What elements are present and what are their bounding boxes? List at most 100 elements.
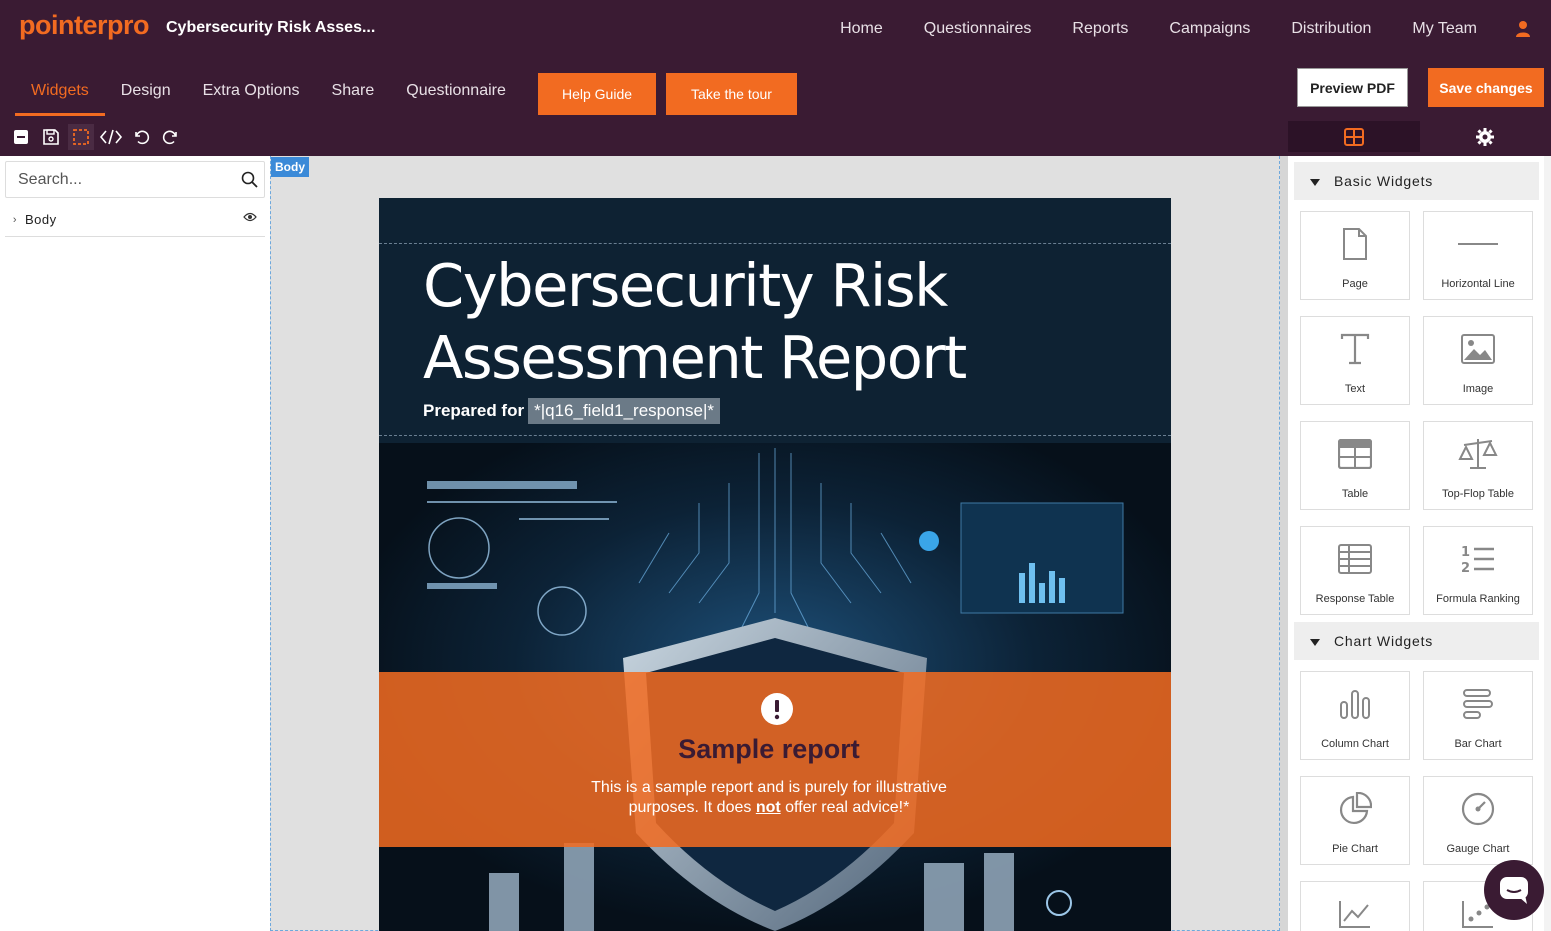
eye-icon[interactable] xyxy=(243,211,257,226)
gear-icon[interactable] xyxy=(1420,121,1551,152)
user-icon[interactable] xyxy=(1495,20,1551,38)
tree-item-label: Body xyxy=(25,212,57,227)
widget-response-table[interactable]: Response Table xyxy=(1300,526,1410,615)
widget-label: Pie Chart xyxy=(1332,843,1378,855)
prepared-for-line[interactable]: Prepared for *|q16_field1_response|* xyxy=(423,398,721,424)
prepared-label: Prepared for xyxy=(423,401,525,420)
text-icon xyxy=(1340,329,1370,369)
tab-widgets[interactable]: Widgets xyxy=(15,70,105,116)
widget-image[interactable]: Image xyxy=(1423,316,1533,405)
widget-table[interactable]: Table xyxy=(1300,421,1410,510)
nav-home[interactable]: Home xyxy=(840,20,883,38)
widget-bar-chart[interactable]: Bar Chart xyxy=(1423,671,1533,760)
logo[interactable]: pointerpro xyxy=(19,10,150,41)
editor-tabs: Widgets Design Extra Options Share Quest… xyxy=(15,70,522,116)
widgets-panel: Basic Widgets Page Horizontal Line Text … xyxy=(1288,156,1551,931)
chat-icon xyxy=(1500,877,1528,904)
svg-text:2: 2 xyxy=(1461,561,1470,575)
widget-label: Page xyxy=(1342,278,1368,290)
canvas-scrollbar[interactable] xyxy=(1280,156,1288,931)
report-title[interactable]: Cybersecurity Risk Assessment Report xyxy=(423,250,1103,394)
tab-questionnaire[interactable]: Questionnaire xyxy=(390,70,522,116)
chat-button[interactable] xyxy=(1484,860,1544,920)
pie-chart-icon xyxy=(1338,789,1372,829)
caret-down-icon xyxy=(1310,173,1320,189)
preview-pdf-button[interactable]: Preview PDF xyxy=(1297,68,1408,107)
widget-formula-ranking[interactable]: 12 Formula Ranking xyxy=(1423,526,1533,615)
search-input[interactable] xyxy=(6,162,226,197)
bar-chart-icon xyxy=(1462,684,1494,724)
help-guide-button[interactable]: Help Guide xyxy=(538,73,656,115)
horizontal-line-icon xyxy=(1457,224,1499,264)
sample-report-banner[interactable]: Sample report This is a sample report an… xyxy=(379,672,1171,847)
save-icon[interactable] xyxy=(38,124,64,150)
widget-label: Table xyxy=(1341,488,1369,500)
tree-item-body[interactable]: › Body xyxy=(5,203,265,237)
widget-gauge-chart[interactable]: Gauge Chart xyxy=(1423,776,1533,865)
section-title: Chart Widgets xyxy=(1334,633,1434,649)
sample-text-emphasis: not xyxy=(755,799,781,816)
panel-tabs xyxy=(1288,121,1551,152)
widget-horizontal-line[interactable]: Horizontal Line xyxy=(1423,211,1533,300)
svg-text:1: 1 xyxy=(1461,545,1470,560)
widgets-panel-scrollbar[interactable] xyxy=(1544,156,1551,931)
take-tour-button[interactable]: Take the tour xyxy=(666,73,797,115)
nav-questionnaires[interactable]: Questionnaires xyxy=(924,20,1032,38)
section-title: Basic Widgets xyxy=(1334,173,1434,189)
table-icon xyxy=(1338,434,1372,474)
widget-label: Response Table xyxy=(1315,593,1395,605)
app-title: Cybersecurity Risk Asses... xyxy=(166,19,376,36)
exclamation-icon xyxy=(761,693,793,725)
sample-description: This is a sample report and is purely fo… xyxy=(569,778,969,818)
widget-column-chart[interactable]: Column Chart xyxy=(1300,671,1410,760)
widget-label: Formula Ranking xyxy=(1436,593,1520,605)
tab-share[interactable]: Share xyxy=(316,70,391,116)
select-outline-icon[interactable] xyxy=(68,124,94,150)
undo-icon[interactable] xyxy=(128,124,154,150)
numbered-list-icon: 12 xyxy=(1460,539,1496,579)
widget-top-flop-table[interactable]: Top-Flop Table xyxy=(1423,421,1533,510)
column-chart-icon xyxy=(1339,684,1371,724)
widget-label: Image xyxy=(1462,383,1494,395)
sample-text-part: offer real advice!* xyxy=(780,799,910,816)
nav-reports[interactable]: Reports xyxy=(1072,20,1128,38)
widget-label: Top-Flop Table xyxy=(1442,488,1514,500)
nav-campaigns[interactable]: Campaigns xyxy=(1169,20,1250,38)
tab-design[interactable]: Design xyxy=(105,70,187,116)
layer-search xyxy=(5,161,265,198)
gauge-icon xyxy=(1461,789,1495,829)
widget-pie-chart[interactable]: Pie Chart xyxy=(1300,776,1410,865)
page-icon xyxy=(1341,224,1369,264)
widget-label: Gauge Chart xyxy=(1446,843,1510,855)
widget-text[interactable]: Text xyxy=(1300,316,1410,405)
top-header: pointerpro Cybersecurity Risk Asses... H… xyxy=(0,0,1551,156)
widget-label: Text xyxy=(1344,383,1366,395)
scale-icon xyxy=(1458,434,1498,474)
image-icon xyxy=(1461,329,1495,369)
layers-panel: › Body xyxy=(0,156,270,931)
tab-extra-options[interactable]: Extra Options xyxy=(187,70,316,116)
widget-label: Horizontal Line xyxy=(1441,278,1515,290)
report-page[interactable]: Cybersecurity Risk Assessment Report Pre… xyxy=(379,198,1171,931)
widget-line-chart[interactable] xyxy=(1300,881,1410,931)
line-chart-icon xyxy=(1338,894,1372,931)
widgets-grid-icon[interactable] xyxy=(1288,121,1420,152)
nav-my-team[interactable]: My Team xyxy=(1412,20,1477,38)
chart-widgets-header[interactable]: Chart Widgets xyxy=(1294,622,1539,660)
redo-icon[interactable] xyxy=(158,124,184,150)
chevron-right-icon[interactable]: › xyxy=(5,214,25,226)
editor-toolbar xyxy=(8,124,184,150)
basic-widgets-header[interactable]: Basic Widgets xyxy=(1294,162,1539,200)
widget-label: Column Chart xyxy=(1321,738,1389,750)
nav-distribution[interactable]: Distribution xyxy=(1291,20,1371,38)
main-nav: Home Questionnaires Reports Campaigns Di… xyxy=(840,0,1551,58)
code-icon[interactable] xyxy=(98,124,124,150)
merge-field-tag: *|q16_field1_response|* xyxy=(528,398,721,424)
widget-page[interactable]: Page xyxy=(1300,211,1410,300)
search-icon[interactable] xyxy=(241,171,258,193)
caret-down-icon xyxy=(1310,633,1320,649)
save-changes-button[interactable]: Save changes xyxy=(1428,68,1544,107)
collapse-icon[interactable] xyxy=(8,124,34,150)
sample-title: Sample report xyxy=(678,734,860,764)
body-tag[interactable]: Body xyxy=(271,157,309,177)
